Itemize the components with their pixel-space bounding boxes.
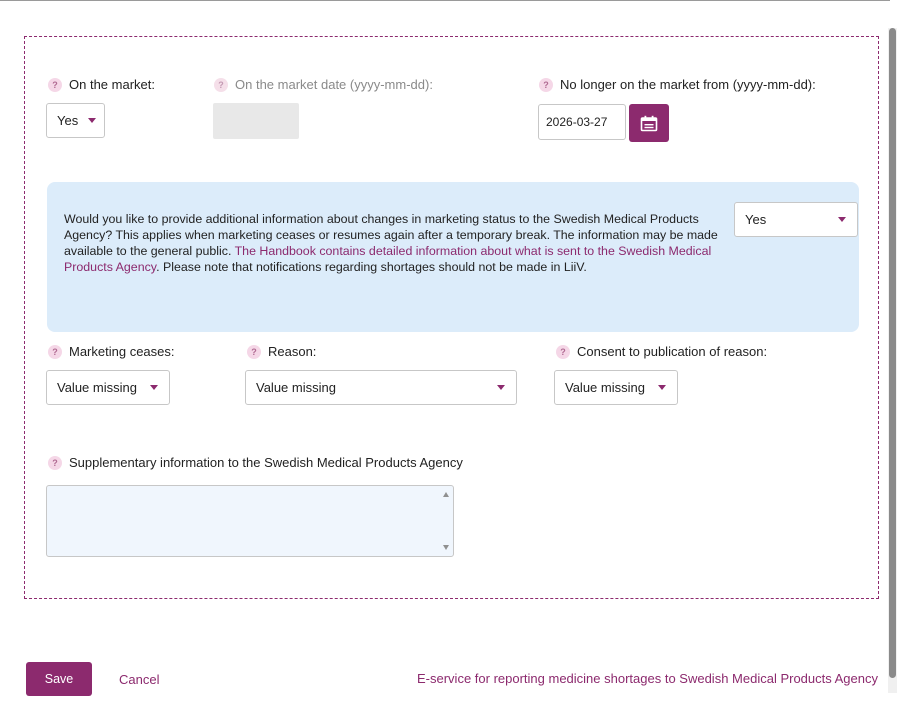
calendar-icon [640,115,658,131]
reason-label-text: Reason: [268,344,317,359]
on-market-date-label: ? On the market date (yyyy-mm-dd): [214,77,433,92]
chevron-down-icon [88,118,97,123]
supplementary-info-textarea[interactable] [46,485,454,557]
on-market-select-value: Yes [57,113,79,128]
consent-select-value: Value missing [565,380,645,395]
help-icon[interactable]: ? [214,77,228,92]
help-icon[interactable]: ? [48,455,62,470]
supplementary-info-label-text: Supplementary information to the Swedish… [69,455,463,470]
help-icon[interactable]: ? [247,344,261,359]
help-icon[interactable]: ? [48,344,62,359]
no-longer-on-market-date-value: 2026-03-27 [546,115,608,129]
no-longer-on-market-label-text: No longer on the market from (yyyy-mm-dd… [560,77,816,92]
reason-label: ? Reason: [247,344,316,359]
chevron-down-icon [658,385,666,390]
on-market-date-input [213,103,299,139]
on-market-date-label-text: On the market date (yyyy-mm-dd): [235,77,433,92]
marketing-ceases-select[interactable]: Value missing [46,370,170,405]
help-icon[interactable]: ? [48,77,62,92]
scrollbar-thumb[interactable] [889,28,896,678]
marketing-info-text: Would you like to provide additional inf… [64,211,734,275]
chevron-down-icon [497,385,505,390]
page-scrollbar[interactable]: ▼ [888,28,897,711]
chevron-down-icon [838,217,846,222]
marketing-ceases-label: ? Marketing ceases: [48,344,175,359]
eservice-shortage-link[interactable]: E-service for reporting medicine shortag… [417,671,878,686]
on-market-label-text: On the market: [69,77,155,92]
marketing-ceases-label-text: Marketing ceases: [69,344,175,359]
reason-select[interactable]: Value missing [245,370,517,405]
consent-label: ? Consent to publication of reason: [556,344,767,359]
save-button[interactable]: Save [26,662,92,696]
no-longer-on-market-date-input[interactable]: 2026-03-27 [538,104,626,140]
cancel-link[interactable]: Cancel [119,672,159,687]
additional-info-select[interactable]: Yes [734,202,858,237]
info-text-part2: . Please note that notifications regardi… [156,260,587,274]
additional-info-select-value: Yes [745,212,767,227]
calendar-button[interactable] [629,104,669,142]
scroll-up-icon[interactable] [443,492,449,497]
scroll-down-icon[interactable] [443,545,449,550]
marketing-info-panel: Would you like to provide additional inf… [47,182,859,332]
marketing-ceases-select-value: Value missing [57,380,137,395]
on-market-label: ? On the market: [48,77,155,92]
supplementary-info-label: ? Supplementary information to the Swedi… [48,455,463,470]
consent-label-text: Consent to publication of reason: [577,344,768,359]
window-top-border [0,0,890,1]
no-longer-on-market-label: ? No longer on the market from (yyyy-mm-… [539,77,816,92]
help-icon[interactable]: ? [556,344,570,359]
chevron-down-icon [150,385,158,390]
on-market-select[interactable]: Yes [46,103,105,138]
consent-select[interactable]: Value missing [554,370,678,405]
help-icon[interactable]: ? [539,77,553,92]
reason-select-value: Value missing [256,380,336,395]
